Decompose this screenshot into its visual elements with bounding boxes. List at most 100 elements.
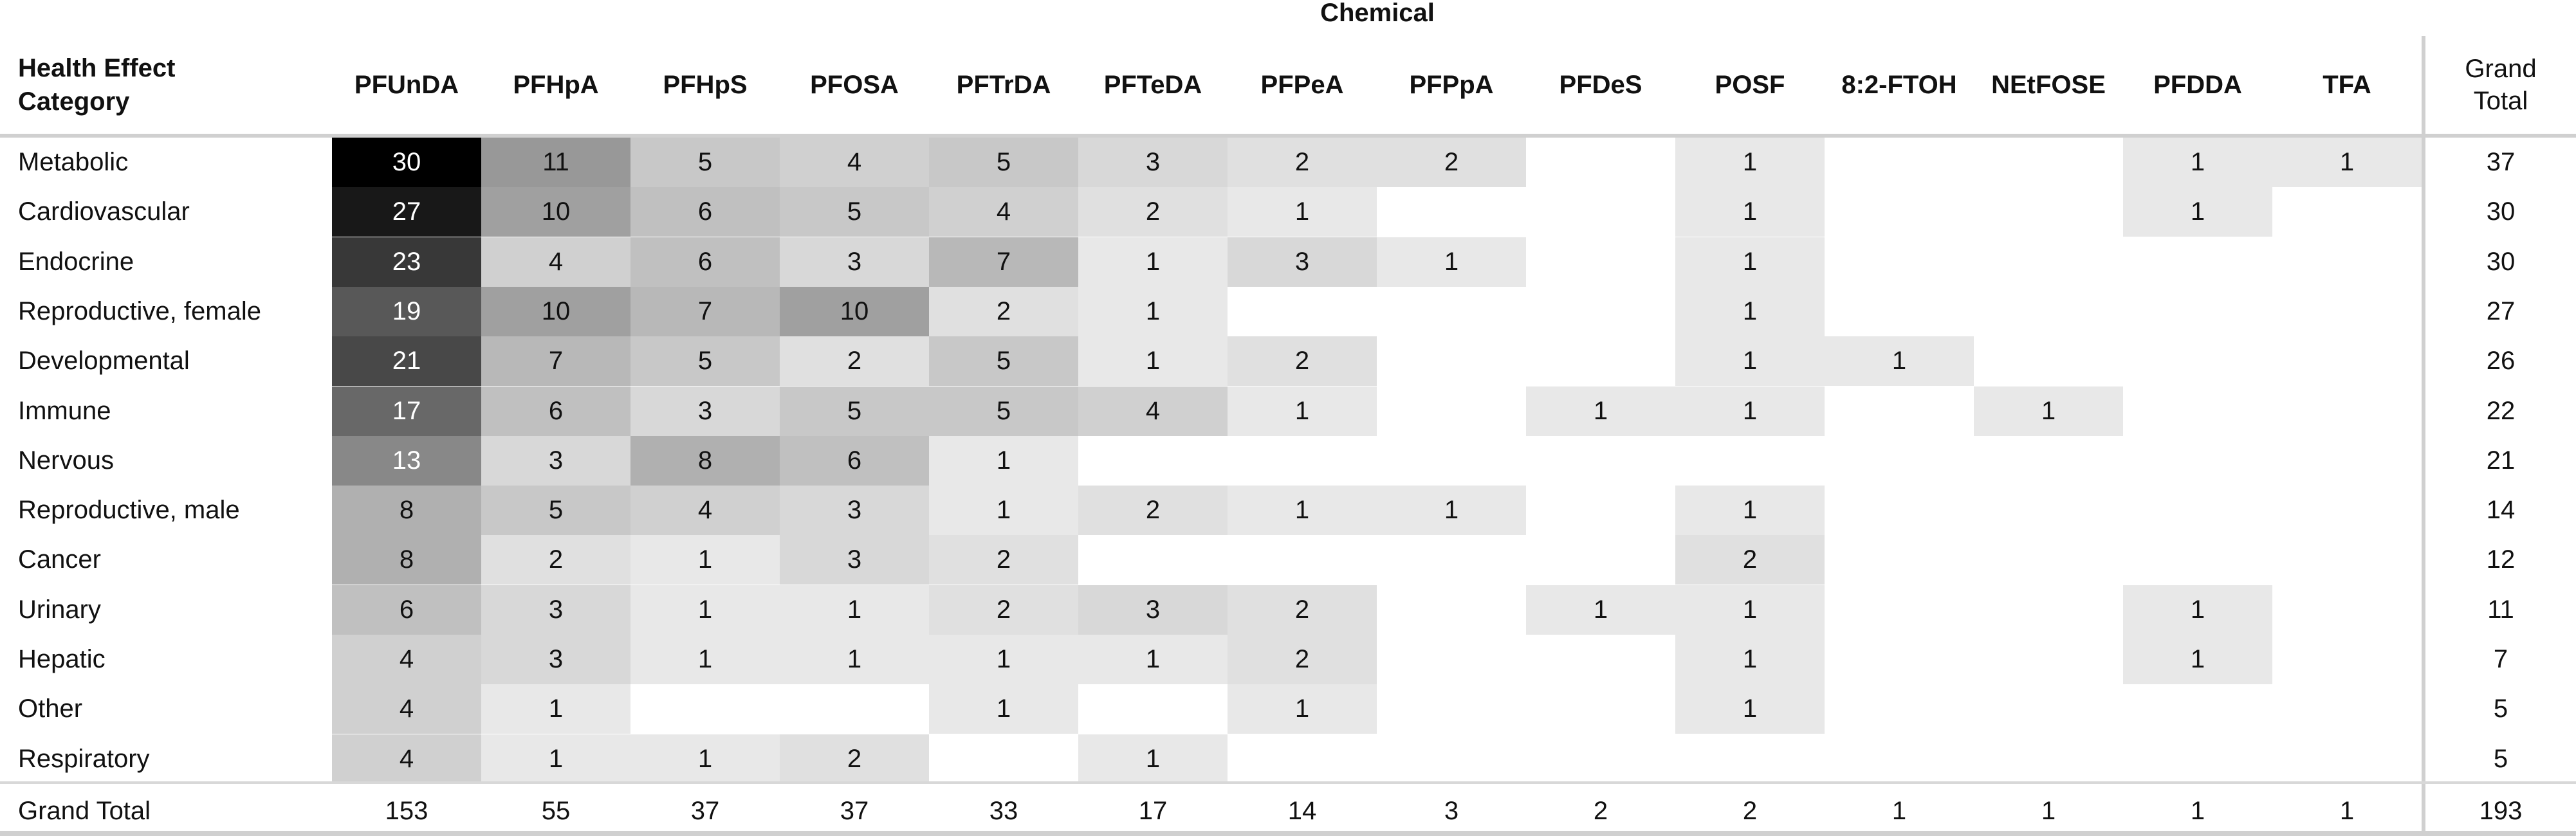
heatmap-cell: 3 <box>481 435 630 486</box>
row-total: 5 <box>2493 695 2508 723</box>
heatmap-cell: 23 <box>332 237 481 287</box>
heatmap-cell: 1 <box>630 635 780 684</box>
heatmap-cell: 1 <box>1675 187 1825 237</box>
row-total: 7 <box>2493 645 2508 673</box>
heatmap-cell: 2 <box>1377 138 1526 187</box>
heatmap-cell: 4 <box>1078 386 1228 436</box>
column-header: PFHpS <box>663 70 748 99</box>
column-header: NEtFOSE <box>1991 70 2106 99</box>
heatmap-cell: 7 <box>481 336 630 386</box>
column-header: PFPeA <box>1260 70 1344 99</box>
heatmap-cell: 1 <box>929 486 1078 536</box>
table-row: Cancer 8 2 1 3 2 2 12 <box>0 535 2576 585</box>
row-label: Cardiovascular <box>18 197 190 226</box>
heatmap-cell: 5 <box>780 187 929 237</box>
grand-total-header: Grand Total <box>2465 55 2537 115</box>
heatmap-cell: 1 <box>1675 336 1825 386</box>
row-total: 27 <box>2486 296 2516 325</box>
heatmap-cell: 4 <box>332 734 481 784</box>
row-label: Endocrine <box>18 247 134 276</box>
heatmap-cell: 1 <box>1974 386 2123 436</box>
heatmap-cell: 2 <box>929 286 1078 336</box>
column-header: TFA <box>2323 70 2371 99</box>
bottom-border <box>0 831 2576 836</box>
row-header-label: Health Effect Category <box>18 54 176 116</box>
table-row: Cardiovascular 27 10 6 5 4 2 1 1 1 30 <box>0 187 2576 237</box>
heatmap-cell: 1 <box>1377 486 1526 536</box>
heatmap-cell: 1 <box>1825 336 1974 386</box>
heatmap-cell: 1 <box>1675 635 1825 684</box>
heatmap-cell: 1 <box>1228 187 1377 237</box>
heatmap-cell: 2 <box>780 336 929 386</box>
column-total: 1 <box>1891 796 1907 825</box>
heatmap-cell: 7 <box>929 237 1078 287</box>
heatmap-cell: 2 <box>929 585 1078 635</box>
heatmap-cell: 1 <box>1675 585 1825 635</box>
table-row: Reproductive, male 8 5 4 3 1 2 1 1 1 14 <box>0 486 2576 536</box>
column-header: PFTeDA <box>1103 70 1202 99</box>
heatmap-cell: 5 <box>780 386 929 436</box>
heatmap-cell: 4 <box>630 486 780 536</box>
grand-total-row: Grand Total 153 55 37 37 33 17 14 3 2 2 1 1 1 1 193 <box>0 786 2576 836</box>
row-label: Metabolic <box>18 148 129 176</box>
heatmap-cell: 4 <box>481 237 630 287</box>
table-row: Immune 17 6 3 5 5 4 1 1 1 1 22 <box>0 386 2576 436</box>
heatmap-cell: 1 <box>780 585 929 635</box>
heatmap-cell: 1 <box>929 435 1078 486</box>
heatmap-cell: 1 <box>929 635 1078 684</box>
heatmap-cell: 8 <box>332 486 481 536</box>
heatmap-cell: 13 <box>332 435 481 486</box>
heatmap-cell: 5 <box>630 138 780 187</box>
row-label: Urinary <box>18 595 101 624</box>
heatmap-cell: 19 <box>332 286 481 336</box>
heatmap-cell: 1 <box>1078 286 1228 336</box>
heatmap-cell: 1 <box>481 684 630 734</box>
row-total: 21 <box>2486 446 2516 475</box>
heatmap-cell: 2 <box>1228 585 1377 635</box>
column-header: PFHpA <box>513 70 599 99</box>
table-row: Other 4 1 1 1 1 5 <box>0 684 2576 734</box>
column-total: 3 <box>1444 796 1459 825</box>
heatmap-cell: 5 <box>630 336 780 386</box>
heatmap-cell: 3 <box>780 486 929 536</box>
heatmap-cell: 1 <box>1526 585 1675 635</box>
row-label: Respiratory <box>18 744 150 773</box>
heatmap-cell: 2 <box>1675 535 1825 585</box>
heatmap-cell: 10 <box>780 286 929 336</box>
heatmap-cell: 1 <box>1078 734 1228 784</box>
heatmap-cell: 1 <box>630 585 780 635</box>
heatmap-cell: 5 <box>481 486 630 536</box>
row-total: 5 <box>2493 744 2508 773</box>
heatmap-cell: 1 <box>1228 684 1377 734</box>
row-label: Reproductive, male <box>18 496 240 525</box>
table-row: Respiratory 4 1 1 2 1 5 <box>0 734 2576 784</box>
heatmap-cell: 5 <box>929 138 1078 187</box>
heatmap-cell: 1 <box>1675 286 1825 336</box>
column-header: PFPpA <box>1409 70 1494 99</box>
column-group-title: Chemical <box>1320 0 1435 27</box>
column-total: 33 <box>989 796 1018 825</box>
overall-total: 193 <box>2479 796 2523 825</box>
column-total: 1 <box>2339 796 2355 825</box>
heatmap-cell: 3 <box>481 585 630 635</box>
heatmap-cell: 1 <box>630 535 780 585</box>
heatmap-cell: 2 <box>481 535 630 585</box>
row-label: Cancer <box>18 545 101 574</box>
heatmap-cell: 1 <box>2272 138 2422 187</box>
table-row: Urinary 6 3 1 1 2 3 2 1 1 1 11 <box>0 585 2576 635</box>
row-total: 14 <box>2486 496 2516 525</box>
heatmap-cell: 6 <box>332 585 481 635</box>
column-header: 8:2-FTOH <box>1841 70 1957 99</box>
heatmap-cell: 3 <box>780 237 929 287</box>
column-total: 37 <box>690 796 720 825</box>
heatmap-cell: 6 <box>481 386 630 436</box>
heatmap-cell: 1 <box>2123 585 2272 635</box>
heatmap-cell: 1 <box>1078 336 1228 386</box>
column-header: PFTrDA <box>956 70 1051 99</box>
column-header: PFUnDA <box>354 70 459 99</box>
row-label: Reproductive, female <box>18 296 261 325</box>
heatmap-cell: 3 <box>780 535 929 585</box>
heatmap-cell: 3 <box>630 386 780 436</box>
heatmap-cell: 30 <box>332 138 481 187</box>
column-total: 1 <box>2190 796 2205 825</box>
